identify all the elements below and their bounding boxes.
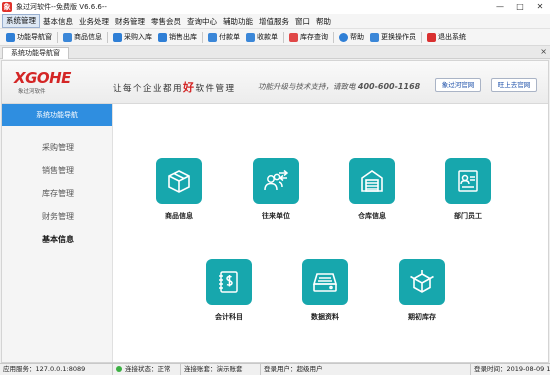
help-icon	[339, 32, 348, 42]
main-panel: XGOHE 象过河软件 让每个企业都用好软件管理 功能升级与技术支持，请致电 4…	[1, 60, 549, 363]
toolbar-exit-button[interactable]: 退出系统	[424, 30, 469, 45]
id-card-icon	[445, 158, 491, 204]
menu-tools[interactable]: 辅助功能	[220, 14, 256, 29]
ledger-icon	[206, 259, 252, 305]
brand-subtitle: 象过河软件	[18, 89, 46, 95]
title-bar: 象 象过河软件--免费版 V6.6.6-- — □ ✕	[0, 0, 550, 14]
toolbar-separator	[107, 31, 108, 43]
status-connection: 连接状态：正常	[113, 364, 181, 375]
menu-basic-info[interactable]: 基本信息	[40, 14, 76, 29]
status-login-time: 登录时间：2019-08-09 1	[474, 365, 550, 373]
toolbar-separator	[202, 31, 203, 43]
menu-retail[interactable]: 零售会员	[148, 14, 184, 29]
purchase-icon	[113, 32, 122, 42]
toolbar-purchase-button[interactable]: 采购入库	[110, 30, 155, 45]
tile-accounting-subjects[interactable]: 会计科目	[199, 259, 259, 322]
tile-initial-inventory[interactable]: 期初库存	[392, 259, 452, 322]
toolbar-separator	[283, 31, 284, 43]
sales-icon	[158, 32, 167, 42]
menu-services[interactable]: 增值服务	[256, 14, 292, 29]
tile-contacts[interactable]: 往来单位	[246, 158, 306, 221]
toolbar-inventory-button[interactable]: 库存查询	[286, 30, 331, 45]
toolbar-separator	[333, 31, 334, 43]
support-phone: 400-600-1168	[357, 82, 421, 91]
tile-warehouse[interactable]: 仓库信息	[342, 158, 402, 221]
sidebar-item-purchase[interactable]: 采购管理	[42, 142, 74, 153]
menu-business[interactable]: 业务处理	[76, 14, 112, 29]
cube-icon	[399, 259, 445, 305]
status-account: 连接账套：演示账套	[181, 364, 261, 375]
shop-site-button[interactable]: 旺上去官网	[491, 78, 537, 92]
window-controls: — □ ✕	[490, 0, 550, 14]
toolbar-help-button[interactable]: 帮助	[336, 30, 367, 45]
sidebar-item-inventory[interactable]: 库存管理	[42, 188, 74, 199]
status-user: 登录用户：超级用户	[261, 364, 471, 375]
maximize-icon[interactable]: □	[510, 0, 530, 14]
brand-name: XGOHE	[14, 69, 71, 87]
document-tab-bar: 系统功能导航窗 ×	[0, 46, 550, 59]
tile-department-staff[interactable]: 部门员工	[438, 158, 498, 221]
menu-bar: 系统管理 基本信息 业务处理 财务管理 零售会员 查询中心 辅助功能 增值服务 …	[0, 14, 550, 29]
app-logo-icon: 象	[2, 2, 12, 12]
toolbar: 功能导航窗 商品信息 采购入库 销售出库 付款单 收款单 库存查询 帮助 更换操…	[0, 29, 550, 46]
nav-sidebar: 系统功能导航 采购管理 销售管理 库存管理 财务管理 基本信息	[2, 104, 113, 362]
payment-icon	[208, 32, 217, 42]
minimize-icon[interactable]: —	[490, 0, 510, 14]
box-icon	[156, 158, 202, 204]
menu-finance[interactable]: 财务管理	[112, 14, 148, 29]
close-tab-icon[interactable]: ×	[540, 46, 547, 58]
toolbar-sales-button[interactable]: 销售出库	[155, 30, 200, 45]
tab-system-nav[interactable]: 系统功能导航窗	[2, 47, 69, 59]
sidebar-header: 系统功能导航	[2, 104, 112, 126]
support-info: 功能升级与技术支持，请致电 400-600-1168	[258, 82, 421, 91]
nav-icon	[6, 32, 15, 42]
status-server: 应用服务：127.0.0.1:8089	[0, 364, 113, 375]
toolbar-switch-user-button[interactable]: 更换操作员	[367, 30, 419, 45]
product-icon	[63, 32, 72, 42]
receipt-icon	[246, 32, 255, 42]
official-site-button[interactable]: 象过河官网	[435, 78, 481, 92]
menu-system[interactable]: 系统管理	[2, 14, 40, 28]
sidebar-item-finance[interactable]: 财务管理	[42, 211, 74, 222]
window-title: 象过河软件--免费版 V6.6.6--	[16, 3, 107, 11]
toolbar-payment-button[interactable]: 付款单	[205, 30, 243, 45]
switch-user-icon	[370, 32, 379, 42]
toolbar-separator	[57, 31, 58, 43]
sidebar-item-basic-info[interactable]: 基本信息	[42, 234, 74, 245]
close-icon[interactable]: ✕	[530, 0, 550, 14]
brand-logo: XGOHE 象过河软件	[14, 69, 71, 96]
slogan: 让每个企业都用好软件管理	[113, 81, 236, 94]
toolbar-nav-button[interactable]: 功能导航窗	[3, 30, 55, 45]
warehouse-icon	[349, 158, 395, 204]
toolbar-receipt-button[interactable]: 收款单	[243, 30, 281, 45]
banner: XGOHE 象过河软件 让每个企业都用好软件管理 功能升级与技术支持，请致电 4…	[2, 61, 548, 104]
exit-icon	[427, 32, 436, 42]
toolbar-separator	[421, 31, 422, 43]
menu-query[interactable]: 查询中心	[184, 14, 220, 29]
menu-help[interactable]: 帮助	[313, 14, 334, 29]
status-bar: 应用服务：127.0.0.1:8089 连接状态：正常 连接账套：演示账套 登录…	[0, 363, 550, 375]
menu-window[interactable]: 窗口	[292, 14, 313, 29]
sidebar-item-sales[interactable]: 销售管理	[42, 165, 74, 176]
inventory-icon	[289, 32, 298, 42]
toolbar-product-button[interactable]: 商品信息	[60, 30, 105, 45]
tile-data-backup[interactable]: 数据资料	[295, 259, 355, 322]
status-ok-icon	[116, 366, 122, 372]
drive-icon	[302, 259, 348, 305]
tile-product-info[interactable]: 商品信息	[149, 158, 209, 221]
contacts-icon	[253, 158, 299, 204]
